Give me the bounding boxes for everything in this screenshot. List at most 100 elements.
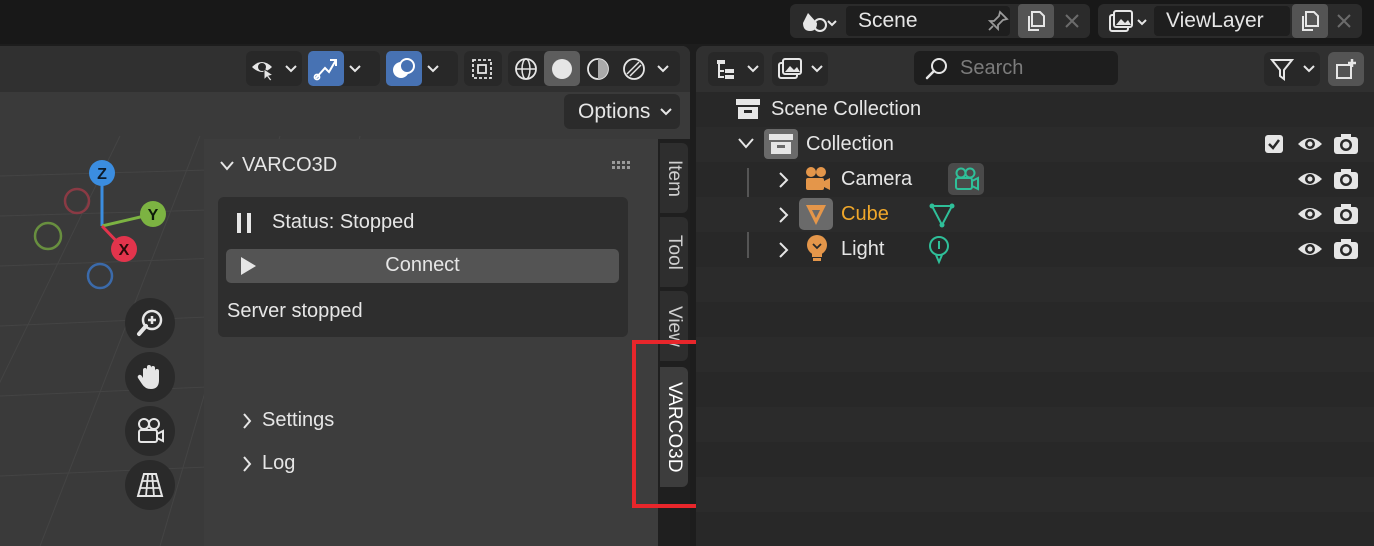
camera-view-button[interactable] [125, 406, 175, 456]
scene-icon [800, 9, 840, 40]
empty-row [696, 477, 1374, 512]
chevron-right-icon[interactable] [778, 207, 790, 223]
scene-collection-label: Scene Collection [771, 98, 922, 120]
camera-data-icon[interactable] [948, 163, 984, 195]
status-label: Status: Stopped [272, 211, 415, 233]
view-layer-icon [772, 52, 808, 87]
render-camera-icon[interactable] [1332, 237, 1360, 261]
empty-row [696, 407, 1374, 442]
outliner-item-label: Light [841, 238, 885, 260]
render-camera-icon[interactable] [1332, 132, 1360, 156]
rendered-shading-icon[interactable] [616, 51, 652, 86]
log-label: Log [262, 452, 296, 474]
pan-button[interactable] [125, 352, 175, 402]
mesh-object-icon [799, 198, 833, 230]
tab-tool[interactable]: Tool [660, 217, 688, 287]
outliner-header: Search [696, 46, 1374, 92]
view-layer-name-field[interactable]: ViewLayer [1154, 6, 1290, 36]
chevron-right-icon[interactable] [778, 242, 790, 258]
navigation-gizmo[interactable]: Z Y X [20, 146, 180, 306]
visibility-dropdown[interactable] [246, 51, 302, 86]
new-collection-icon [1328, 52, 1364, 87]
options-dropdown[interactable]: Options [564, 94, 680, 129]
new-collection-button[interactable] [1328, 52, 1364, 86]
delete-view-layer-button[interactable] [1326, 4, 1362, 38]
wireframe-shading-icon[interactable] [508, 51, 544, 86]
scene-collection-row[interactable]: Scene Collection [696, 92, 1374, 127]
chevron-right-icon[interactable] [778, 172, 790, 188]
render-camera-icon[interactable] [1332, 202, 1360, 226]
chevron-down-icon[interactable] [652, 51, 674, 86]
xray-toggle[interactable] [464, 51, 502, 86]
xray-icon [464, 51, 500, 86]
perspective-toggle-button[interactable] [125, 460, 175, 510]
outliner-search-input[interactable]: Search [914, 51, 1118, 85]
eye-icon[interactable] [1296, 202, 1324, 226]
empty-row [696, 267, 1374, 302]
panel-header[interactable]: VARCO3D [220, 154, 337, 177]
delete-scene-button[interactable] [1054, 4, 1090, 38]
drag-handle-icon[interactable] [612, 161, 632, 171]
tab-item-label: Item [664, 159, 685, 197]
outliner-item-label: Cube [841, 203, 889, 225]
camera-icon [138, 418, 164, 443]
pin-scene-button[interactable] [980, 4, 1016, 38]
gizmo-toggle-icon[interactable] [308, 51, 344, 86]
gizmo-x-label: X [119, 242, 130, 259]
new-scene-button[interactable] [1018, 4, 1054, 38]
log-subpanel-header[interactable]: Log [242, 452, 295, 475]
new-view-layer-button[interactable] [1292, 4, 1328, 38]
chevron-down-icon [344, 51, 366, 86]
chevron-down-icon [808, 52, 826, 87]
exclude-checkbox[interactable] [1264, 134, 1284, 154]
gizmo-dropdown[interactable] [308, 51, 380, 86]
outliner-item-light[interactable]: Light [696, 232, 1374, 267]
status-box: Status: Stopped Connect Server stopped [218, 197, 628, 337]
eye-icon[interactable] [1296, 132, 1324, 156]
duplicate-icon [1028, 11, 1045, 31]
gizmo-z-label: Z [97, 166, 107, 183]
empty-row [696, 337, 1374, 372]
settings-subpanel-header[interactable]: Settings [242, 409, 334, 432]
settings-label: Settings [262, 409, 335, 431]
chevron-down-icon [422, 51, 444, 86]
selectability-visibility-icon [246, 51, 281, 86]
outliner-item-cube[interactable]: Cube [696, 197, 1374, 232]
material-shading-icon[interactable] [580, 51, 616, 86]
3d-viewport[interactable]: Options Z Y X VARCO3D Status: Stopped Co… [0, 46, 690, 546]
close-icon [1337, 14, 1351, 28]
panel-title: VARCO3D [242, 154, 338, 176]
duplicate-icon [1302, 11, 1319, 31]
eye-icon[interactable] [1296, 167, 1324, 191]
filter-dropdown[interactable] [1264, 52, 1320, 86]
zoom-button[interactable] [125, 298, 175, 348]
display-mode-dropdown[interactable] [708, 52, 764, 86]
grid-perspective-icon [136, 473, 164, 497]
chevron-down-icon[interactable] [738, 138, 754, 150]
search-icon [925, 58, 947, 80]
tab-item[interactable]: Item [660, 143, 688, 213]
chevron-down-icon [1300, 52, 1318, 87]
connect-button[interactable]: Connect [226, 249, 619, 283]
eye-icon[interactable] [1296, 237, 1324, 261]
overlays-dropdown[interactable] [386, 51, 458, 86]
pause-icon [237, 213, 251, 233]
view-layer-icon [1106, 9, 1150, 40]
light-object-icon [807, 235, 827, 261]
collection-label: Collection [806, 133, 894, 155]
overlays-toggle-icon[interactable] [386, 51, 422, 86]
chevron-down-icon [660, 108, 672, 116]
sidebar-panel: VARCO3D Status: Stopped Connect Server s… [204, 139, 658, 546]
light-data-icon[interactable] [926, 235, 952, 265]
render-camera-icon[interactable] [1332, 167, 1360, 191]
viewport-header [0, 46, 690, 92]
filter-view-layer-dropdown[interactable] [772, 52, 828, 86]
view-layer-name: ViewLayer [1166, 9, 1264, 32]
server-status-message: Server stopped [227, 300, 363, 322]
outliner-item-camera[interactable]: Camera [696, 162, 1374, 197]
mesh-data-icon[interactable] [928, 201, 956, 229]
pin-icon [987, 10, 1009, 32]
collection-row[interactable]: Collection [696, 127, 1374, 162]
solid-shading-icon[interactable] [544, 51, 580, 86]
scene-name: Scene [858, 9, 918, 32]
